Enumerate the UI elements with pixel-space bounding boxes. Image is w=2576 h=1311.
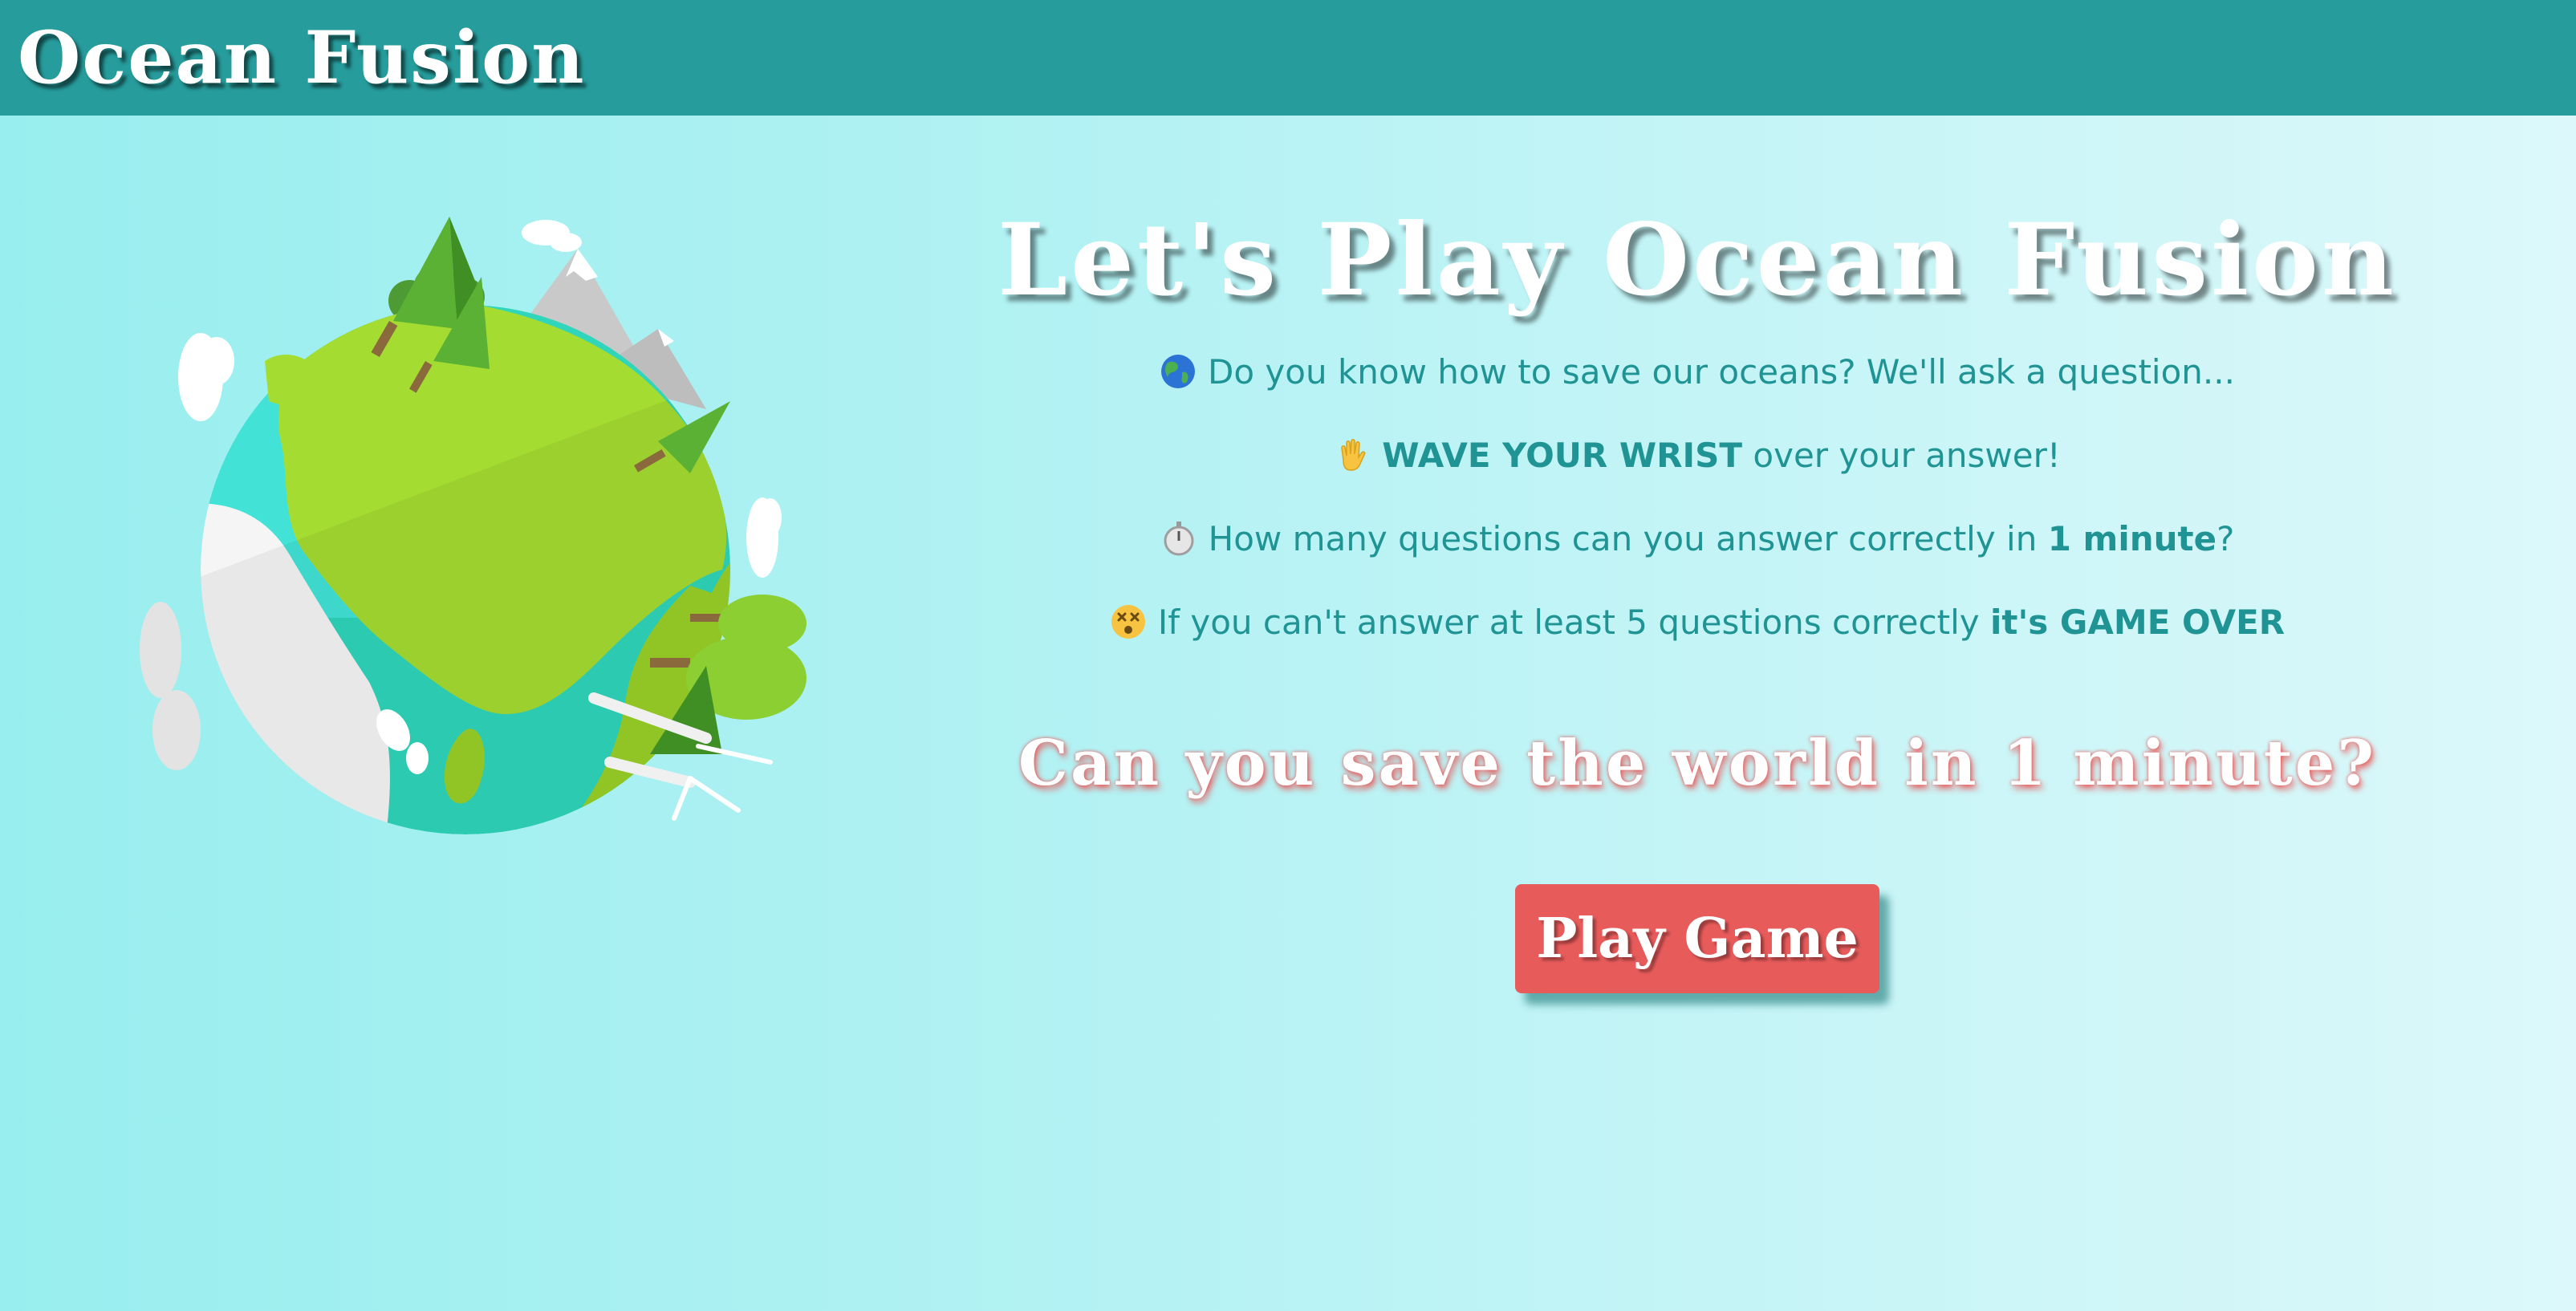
brand-logo[interactable]: Ocean Fusion	[18, 10, 586, 106]
rule-text: If you can't answer at least 5 questions…	[1157, 603, 1990, 642]
globe-icon	[1160, 353, 1197, 390]
rule-text: How many questions can you answer correc…	[1208, 519, 2048, 558]
dizzy-face-icon	[1110, 603, 1147, 640]
rule-item: How many questions can you answer correc…	[963, 518, 2432, 560]
play-game-button[interactable]: Play Game	[1515, 884, 1879, 993]
navbar: Ocean Fusion	[0, 0, 2576, 116]
earth-illustration	[128, 201, 835, 907]
earth-icon	[140, 217, 807, 834]
rule-text: Do you know how to save our oceans? We'l…	[1208, 352, 2235, 392]
rule-emphasis: WAVE YOUR WRIST	[1382, 436, 1743, 475]
tagline: Can you save the world in 1 minute?	[1018, 727, 2377, 800]
rule-text: over your answer!	[1742, 436, 2061, 475]
rules-list: Do you know how to save our oceans? We'l…	[963, 351, 2432, 643]
waving-hand-icon	[1334, 436, 1371, 473]
rule-text-end: ?	[2216, 519, 2235, 558]
hero-content: Let's Play Ocean Fusion Do you know how …	[963, 201, 2432, 993]
stopwatch-icon	[1160, 520, 1197, 557]
rule-emphasis: 1 minute	[2047, 519, 2217, 558]
rule-item: If you can't answer at least 5 questions…	[963, 602, 2432, 643]
page-title: Let's Play Ocean Fusion	[997, 202, 2398, 319]
rule-item: WAVE YOUR WRIST over your answer!	[963, 435, 2432, 477]
rule-item: Do you know how to save our oceans? We'l…	[963, 351, 2432, 393]
rule-emphasis: it's GAME OVER	[1989, 603, 2285, 642]
